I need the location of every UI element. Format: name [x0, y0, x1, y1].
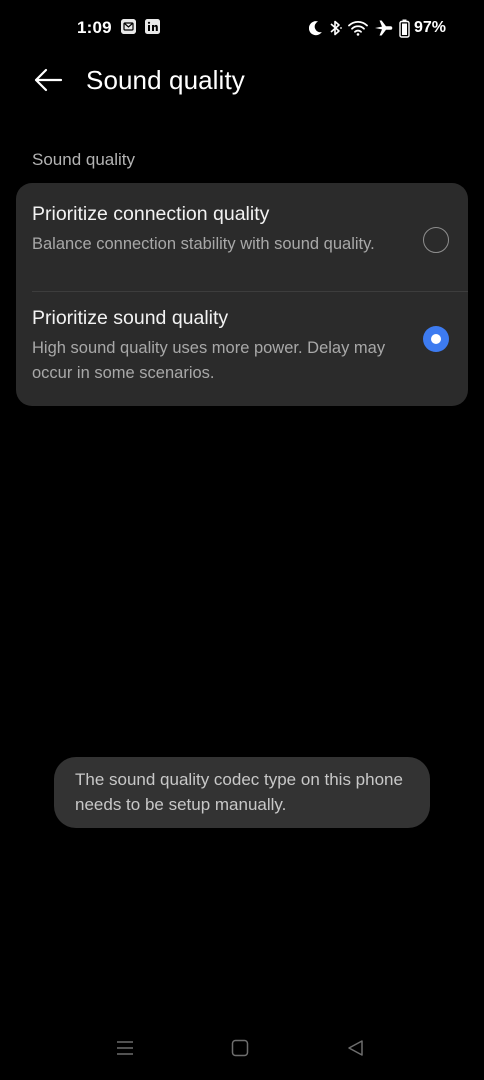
options-card: Prioritize connection quality Balance co… [16, 183, 468, 406]
navigation-bar [0, 1030, 484, 1070]
option-sound-quality[interactable]: Prioritize sound quality High sound qual… [16, 292, 468, 406]
radio-button-unselected[interactable] [423, 227, 449, 253]
bluetooth-icon [329, 19, 342, 37]
moon-icon [308, 20, 323, 36]
option-description: High sound quality uses more power. Dela… [32, 339, 386, 382]
battery-icon [399, 19, 410, 38]
option-title: Prioritize connection quality [32, 203, 270, 225]
home-button[interactable] [225, 1038, 255, 1062]
recents-icon [116, 1040, 134, 1061]
wifi-icon [348, 20, 368, 36]
home-icon [231, 1039, 249, 1062]
linkedin-icon [145, 19, 160, 34]
page-title: Sound quality [86, 65, 245, 95]
back-triangle-icon [347, 1039, 365, 1062]
battery-percent: 97% [413, 19, 446, 36]
mail-icon [121, 19, 136, 34]
back-arrow-icon [33, 68, 63, 97]
option-description: Balance connection stability with sound … [32, 235, 375, 253]
section-label: Sound quality [32, 150, 136, 169]
back-button[interactable] [28, 62, 68, 102]
airplane-icon [374, 19, 393, 37]
system-status-icons: 97% [308, 17, 446, 39]
status-bar: 1:09 97% [0, 0, 484, 56]
nav-back-button[interactable] [341, 1038, 371, 1062]
status-time: 1:09 [77, 18, 112, 37]
recents-button[interactable] [110, 1038, 140, 1062]
radio-button-selected[interactable] [423, 326, 449, 352]
toast-message: The sound quality codec type on this pho… [54, 757, 430, 828]
option-connection-quality[interactable]: Prioritize connection quality Balance co… [16, 183, 468, 291]
option-title: Prioritize sound quality [32, 307, 229, 329]
